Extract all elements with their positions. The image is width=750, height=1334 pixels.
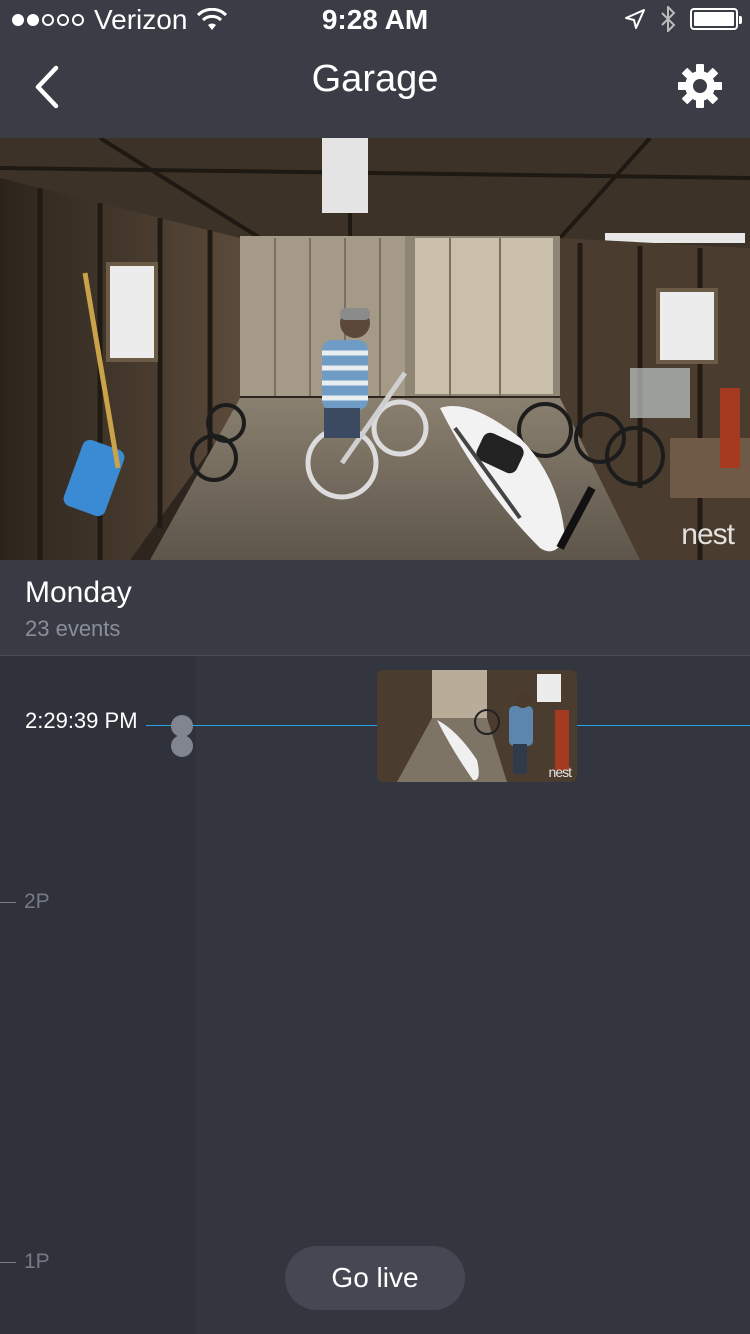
event-marker[interactable] <box>171 735 193 757</box>
timeline-rail[interactable] <box>0 656 196 1334</box>
time-tick-2p: 2P <box>0 890 50 914</box>
camera-live-view[interactable]: nest <box>0 138 750 560</box>
event-count: 23 events <box>25 616 121 641</box>
status-bar: Verizon 9:28 AM <box>0 0 750 40</box>
time-tick-label: 2P <box>24 890 50 913</box>
event-marker[interactable] <box>171 715 193 737</box>
time-tick-1p: 1P <box>0 1250 50 1274</box>
location-arrow-icon <box>625 9 645 29</box>
bluetooth-icon <box>661 6 676 32</box>
gear-icon[interactable] <box>676 60 724 112</box>
time-tick-label: 1P <box>24 1250 50 1273</box>
navigation-bar: Garage <box>0 40 750 138</box>
thumbnail-nest-watermark: nest <box>548 764 572 780</box>
battery-icon <box>690 8 742 30</box>
event-timeline[interactable]: 2:29:39 PM nest 2P 1P Go live <box>0 656 750 1334</box>
current-time-label: 2:29:39 PM <box>0 708 146 734</box>
event-thumbnail[interactable]: nest <box>377 670 577 782</box>
day-label: Monday <box>25 576 132 609</box>
garage-camera-image <box>0 138 750 560</box>
day-header: Monday 23 events <box>0 560 750 656</box>
nest-watermark: nest <box>681 518 735 551</box>
go-live-button[interactable]: Go live <box>285 1246 465 1310</box>
event-thumbnail-image <box>377 670 577 782</box>
page-title: Garage <box>311 58 439 100</box>
